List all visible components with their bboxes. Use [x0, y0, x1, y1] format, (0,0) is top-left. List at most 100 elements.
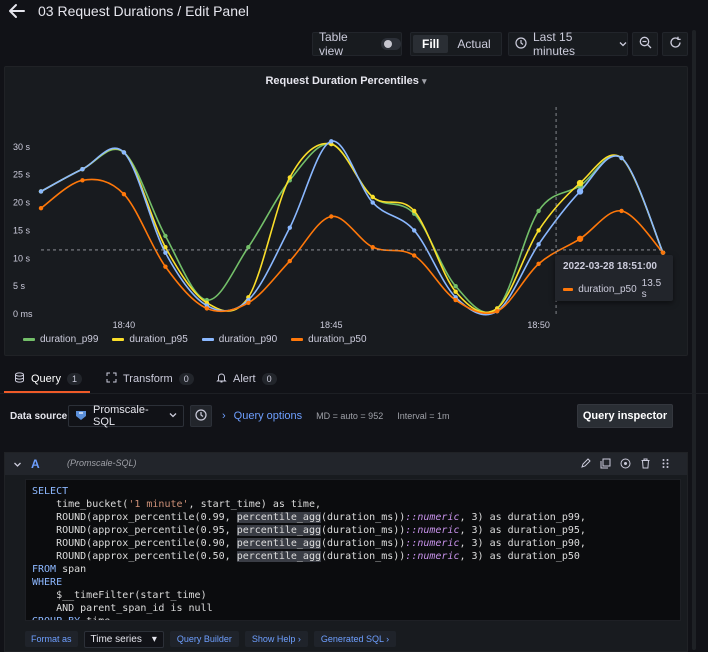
- zoom-out-button[interactable]: [632, 32, 658, 56]
- y-tick-label: 10 s: [13, 253, 31, 263]
- query-row: A (Promscale-SQL) SELECT time_bucket('1 …: [4, 452, 688, 652]
- sql-text: (duration_ms)): [321, 525, 406, 536]
- sql-type-cast: ::numeric: [405, 512, 460, 523]
- sql-text: , start_time) as time,: [188, 499, 321, 510]
- datasource-help-button[interactable]: [190, 405, 212, 427]
- fill-button[interactable]: Fill: [413, 35, 449, 53]
- sql-keyword: WHERE: [32, 577, 63, 588]
- datasource-select[interactable]: Promscale-SQL: [68, 404, 184, 428]
- datasource-label: Data source: [10, 411, 68, 422]
- datasource-name: Promscale-SQL: [93, 404, 149, 428]
- sql-text: time: [80, 616, 110, 620]
- chevron-down-icon: [169, 410, 177, 422]
- drag-handle-icon[interactable]: [659, 457, 671, 469]
- data-point-duration_p95: [453, 289, 458, 294]
- legend-item-duration_p50[interactable]: duration_p50: [291, 334, 367, 345]
- y-tick-label: 5 s: [13, 281, 26, 291]
- show-help-label: Show Help: [251, 634, 296, 644]
- clock-icon: [195, 408, 207, 424]
- line-chart[interactable]: 30 s 25 s 20 s 15 s 10 s 5 s 0 ms 18:40 18:45 18:…: [5, 67, 689, 357]
- datasource-row: Data source Promscale-SQL › Query option…: [0, 404, 690, 430]
- query-tabs: Query 1 Transform 0 Alert 0: [0, 366, 708, 394]
- data-point-duration_p50: [80, 178, 85, 183]
- tab-query[interactable]: Query 1: [14, 372, 82, 386]
- chart-legend: duration_p99 duration_p95 duration_p90 dura…: [23, 334, 367, 345]
- legend-label: duration_p95: [129, 334, 188, 345]
- y-tick-label: 0 ms: [13, 309, 33, 319]
- chevron-down-icon[interactable]: [13, 458, 22, 472]
- data-point-duration_p50: [494, 309, 500, 314]
- legend-swatch: [201, 338, 214, 341]
- sql-line: $__timeFilter(start_time): [32, 589, 674, 602]
- sql-text: , 3) as duration_p99,: [459, 512, 586, 523]
- help-icon[interactable]: [619, 457, 631, 469]
- query-ref-id[interactable]: A: [31, 457, 40, 471]
- legend-label: duration_p99: [40, 334, 99, 345]
- data-point-duration_p99: [536, 208, 541, 214]
- show-help-button[interactable]: Show Help ›: [244, 631, 308, 647]
- sql-highlight: percentile_agg: [236, 551, 321, 562]
- query-row-header[interactable]: A (Promscale-SQL): [5, 453, 687, 475]
- legend-item-duration_p90[interactable]: duration_p90: [201, 334, 277, 345]
- tab-transform-count: 0: [178, 373, 194, 385]
- duplicate-icon[interactable]: [599, 457, 611, 469]
- y-tick-label: 30 s: [13, 142, 31, 152]
- trash-icon[interactable]: [639, 457, 651, 469]
- sql-keyword: FROM: [32, 564, 57, 575]
- sql-line: WHERE: [32, 576, 674, 589]
- tab-alert[interactable]: Alert 0: [216, 372, 277, 386]
- data-point-duration_p99: [163, 233, 168, 239]
- tab-transform[interactable]: Transform 0: [106, 372, 194, 386]
- table-view-toggle[interactable]: Table view: [312, 30, 402, 58]
- x-tick-label: 18:50: [527, 320, 550, 330]
- sql-text: , 3) as duration_p50: [459, 551, 580, 562]
- toggle-switch-icon[interactable]: [380, 38, 401, 50]
- chevron-down-icon: [619, 37, 627, 51]
- x-tick-label: 18:45: [320, 320, 343, 330]
- sql-text: , 3) as duration_p95,: [459, 525, 586, 536]
- sql-keyword: GROUP BY: [32, 616, 80, 620]
- actual-button[interactable]: Actual: [448, 35, 499, 53]
- bell-icon: [216, 372, 227, 386]
- clock-icon: [515, 36, 527, 52]
- refresh-icon: [669, 36, 682, 52]
- generated-sql-label: Generated SQL: [320, 634, 384, 644]
- legend-label: duration_p50: [308, 334, 367, 345]
- sql-text: ROUND(approx_percentile(0.50,: [32, 551, 237, 562]
- data-point-duration_p90: [287, 225, 292, 230]
- legend-item-duration_p95[interactable]: duration_p95: [112, 334, 188, 345]
- tooltip-series: duration_p50: [578, 283, 637, 295]
- query-builder-button[interactable]: Query Builder: [169, 631, 239, 647]
- data-point-duration_p90: [163, 250, 168, 255]
- refresh-button[interactable]: [662, 32, 688, 56]
- edit-icon[interactable]: [579, 457, 591, 469]
- time-range-picker[interactable]: Last 15 minutes: [508, 30, 628, 58]
- scrollbar[interactable]: [692, 30, 696, 650]
- fill-actual-group: Fill Actual: [410, 32, 502, 56]
- data-point-duration_p50: [121, 192, 127, 197]
- back-arrow-icon[interactable]: [8, 2, 26, 20]
- sql-text: time_bucket(: [32, 499, 129, 510]
- legend-swatch: [23, 338, 35, 341]
- query-options[interactable]: › Query options MD = auto = 952 Interval…: [222, 410, 449, 422]
- query-inspector-button[interactable]: Query inspector: [577, 404, 673, 428]
- data-point-duration_p95: [576, 179, 584, 187]
- legend-item-duration_p99[interactable]: duration_p99: [23, 334, 98, 345]
- sql-line: ROUND(approx_percentile(0.99, percentile…: [32, 511, 674, 524]
- data-point-duration_p90: [329, 139, 334, 144]
- generated-sql-button[interactable]: Generated SQL ›: [313, 631, 397, 647]
- table-view-label: Table view: [319, 30, 348, 58]
- sql-editor[interactable]: SELECT time_bucket('1 minute', start_tim…: [25, 479, 681, 621]
- data-point-duration_p50: [412, 253, 417, 258]
- sql-highlight: percentile_agg: [236, 538, 321, 549]
- sql-line: FROM span: [32, 563, 674, 576]
- time-range-label: Last 15 minutes: [533, 30, 576, 58]
- data-point-duration_p90: [576, 188, 584, 195]
- format-select[interactable]: Time series ▾: [83, 630, 164, 648]
- tooltip-row: duration_p50 13.5 s: [563, 278, 665, 300]
- data-point-duration_p50: [204, 306, 210, 311]
- y-tick-label: 25 s: [13, 170, 31, 180]
- data-point-duration_p95: [536, 228, 541, 233]
- data-point-duration_p50: [163, 264, 168, 269]
- sql-line: SELECT: [32, 485, 674, 498]
